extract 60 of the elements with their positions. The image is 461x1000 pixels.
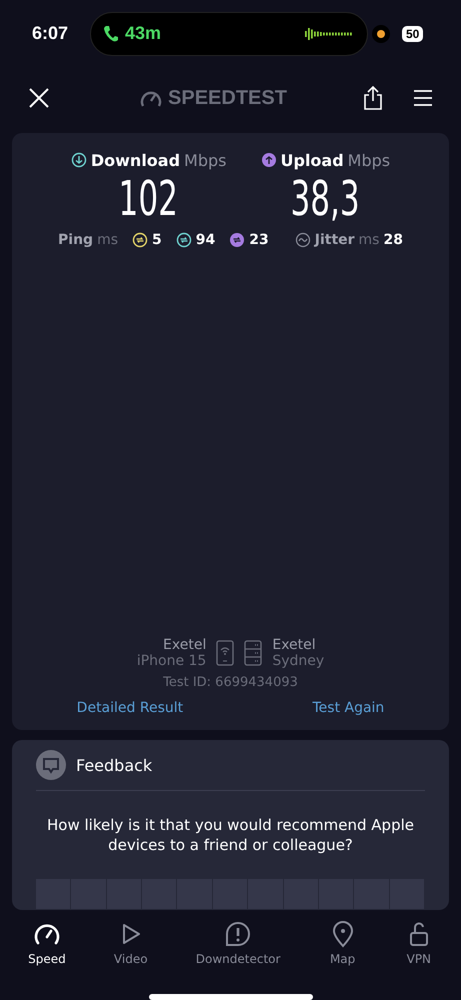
ping-value: 5 [152, 232, 162, 248]
feedback-question: How likely is it that you would recommend Apple devices to a friend or colleague? [46, 815, 415, 856]
feedback-title: Feedback [76, 756, 152, 775]
menu-icon[interactable] [413, 89, 433, 108]
chat-icon [36, 750, 66, 780]
result-link[interactable]: Detailed Result [76, 700, 184, 716]
ping-upload-icon [229, 232, 246, 248]
rating-option[interactable] [36, 879, 72, 910]
tab-item[interactable]: VPN [404, 920, 433, 966]
tab-item[interactable]: Downdetector [196, 920, 280, 966]
ping-unit: ms [97, 232, 118, 248]
download-icon [70, 152, 87, 168]
provider-name: Exetel [163, 637, 206, 654]
server-provider: Exetel [272, 637, 317, 654]
download-label: Download [90, 150, 180, 170]
ping-value: 94 [196, 232, 216, 248]
call-pill[interactable]: 43m [90, 12, 368, 56]
upload-label: Upload [280, 150, 344, 170]
indicator-dot-icon [372, 24, 390, 43]
alert-icon [224, 920, 252, 948]
tab-item[interactable]: Speed [28, 920, 66, 966]
server-icon [244, 640, 262, 666]
status-time: 6:07 [32, 23, 70, 44]
rating-option[interactable] [318, 879, 354, 910]
logo-text: SPEEDTEST [168, 86, 287, 110]
battery-indicator: 50 [402, 26, 424, 42]
tab-item[interactable]: Video [114, 920, 148, 966]
test-id: Test ID: 6699434093 [162, 675, 299, 690]
speed-unit: Mbps [184, 150, 226, 170]
close-icon[interactable] [28, 87, 50, 110]
server-location: Sydney [272, 653, 324, 670]
rating-option[interactable] [284, 879, 319, 910]
download-speed: 102 [119, 170, 178, 228]
ping-label: Ping [58, 232, 94, 248]
ping-idle-icon [132, 232, 148, 248]
rating-option[interactable] [71, 879, 107, 910]
rating-option[interactable] [248, 879, 284, 910]
jitter-label: Jitter [314, 232, 355, 248]
jitter-value: 28 [383, 232, 403, 248]
tab-item[interactable]: Map [328, 920, 357, 966]
call-duration: 43m [125, 23, 162, 44]
result-link[interactable]: Test Again [312, 700, 384, 716]
ping-value: 23 [249, 232, 269, 248]
rating-option[interactable] [142, 879, 178, 910]
upload-icon [260, 152, 276, 168]
rating-option[interactable] [177, 879, 213, 910]
rating-option[interactable] [354, 879, 390, 910]
share-icon[interactable] [363, 86, 383, 110]
phone-wifi-icon [216, 640, 234, 666]
rating-option[interactable] [390, 879, 425, 910]
device-name: iPhone 15 [136, 653, 206, 670]
waveform-icon [305, 26, 355, 41]
jitter-icon [294, 232, 311, 248]
rating-option[interactable] [106, 879, 142, 910]
rating-option[interactable] [212, 879, 248, 910]
ping-download-icon [176, 232, 192, 248]
phone-icon [103, 24, 119, 43]
speed-unit: Mbps [348, 150, 390, 170]
jitter-unit: ms [358, 232, 380, 248]
upload-speed: 38,3 [290, 170, 360, 228]
